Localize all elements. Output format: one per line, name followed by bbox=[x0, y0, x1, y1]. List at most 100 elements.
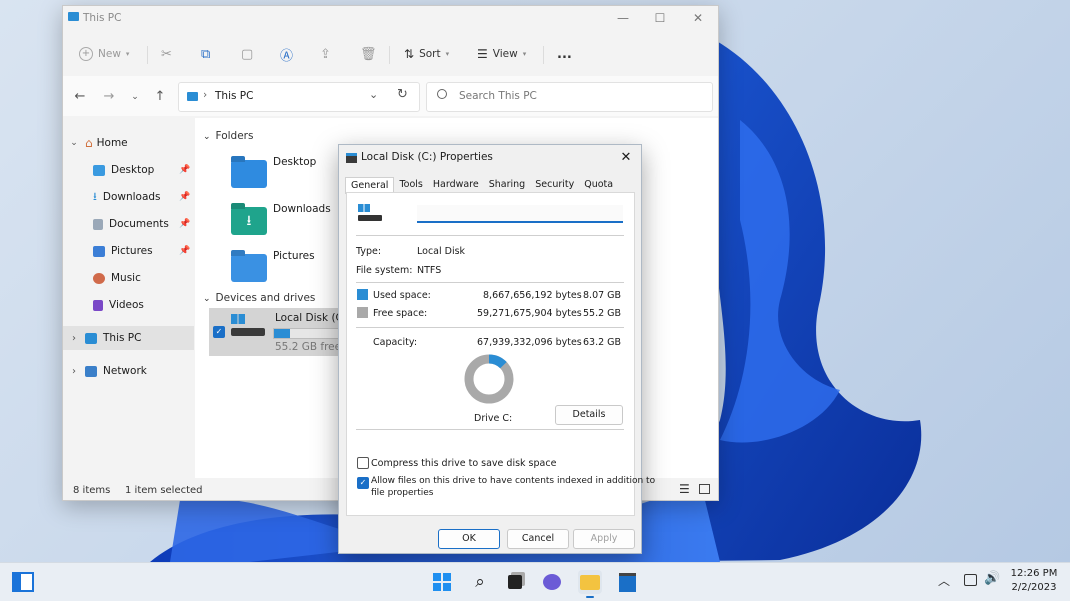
ok-button[interactable]: OK bbox=[438, 529, 500, 549]
share-button[interactable]: ⇪ bbox=[320, 44, 331, 64]
clock[interactable]: 12:26 PM 2/2/2023 bbox=[1008, 567, 1060, 595]
chevron-down-icon: ⌄ bbox=[203, 294, 211, 304]
videos-icon bbox=[93, 299, 103, 311]
back-button[interactable]: ← bbox=[71, 89, 89, 105]
compress-drive-checkbox[interactable] bbox=[357, 457, 369, 469]
sidebar-item-home[interactable]: ⌄ ⌂ Home bbox=[63, 132, 194, 154]
tiles-view-icon[interactable] bbox=[699, 484, 710, 494]
widgets-button[interactable] bbox=[11, 570, 35, 594]
paste-button[interactable]: ▢ bbox=[241, 44, 253, 64]
tab-hardware[interactable]: Hardware bbox=[428, 177, 484, 193]
maximize-button[interactable]: ☐ bbox=[645, 9, 675, 27]
search-icon bbox=[437, 89, 447, 99]
cancel-button[interactable]: Cancel bbox=[507, 529, 569, 549]
file-system-label: File system: bbox=[356, 265, 413, 276]
sort-button[interactable]: ⇅ Sort ▾ bbox=[404, 44, 449, 64]
toolbar-divider bbox=[147, 46, 148, 64]
copy-icon: ⧉ bbox=[201, 46, 211, 62]
refresh-icon[interactable]: ↻ bbox=[397, 87, 408, 102]
copy-button[interactable]: ⧉ bbox=[201, 44, 210, 64]
folders-group-header[interactable]: ⌄ Folders bbox=[203, 130, 253, 142]
chevron-down-icon: ⌄ bbox=[203, 132, 211, 142]
task-view-button[interactable] bbox=[503, 570, 527, 594]
minimize-button[interactable]: — bbox=[608, 9, 638, 27]
clipboard-icon: ▢ bbox=[241, 46, 254, 62]
properties-dialog: Local Disk (C:) Properties ✕ General Too… bbox=[338, 144, 655, 554]
hard-drive-icon bbox=[231, 328, 265, 336]
pin-icon[interactable]: 📌 bbox=[179, 165, 190, 175]
tab-security[interactable]: Security bbox=[530, 177, 579, 193]
dialog-close-button[interactable]: ✕ bbox=[617, 149, 635, 167]
clock-date: 2/2/2023 bbox=[1011, 582, 1057, 593]
cut-button[interactable]: ✂ bbox=[161, 44, 172, 64]
drive-label-input[interactable] bbox=[417, 205, 623, 223]
chevron-down-icon: ▾ bbox=[522, 50, 527, 58]
divider bbox=[356, 327, 624, 328]
search-taskbar-button[interactable]: ⌕ bbox=[468, 570, 492, 594]
hard-drive-icon bbox=[358, 215, 382, 221]
more-options-button[interactable]: ... bbox=[557, 44, 572, 64]
delete-button[interactable]: 🗑 bbox=[360, 44, 377, 64]
folder-label: Desktop bbox=[273, 156, 317, 168]
details-view-icon[interactable]: ☰ bbox=[679, 482, 690, 496]
sidebar-item-label: Music bbox=[111, 272, 141, 284]
devices-group-header[interactable]: ⌄ Devices and drives bbox=[203, 292, 315, 304]
this-pc-icon bbox=[85, 332, 97, 344]
folder-desktop[interactable]: Desktop bbox=[231, 154, 341, 190]
desktop-icon bbox=[93, 164, 105, 176]
navigation-pane: ⌄ ⌂ Home Desktop 📌 ⭳ Downloads 📌 Documen… bbox=[63, 118, 194, 478]
sidebar-item-music[interactable]: Music bbox=[63, 267, 194, 289]
file-explorer-taskbar-button[interactable] bbox=[578, 570, 602, 598]
view-button[interactable]: ☰ View ▾ bbox=[477, 44, 526, 64]
folder-downloads[interactable]: ⭳ Downloads bbox=[231, 201, 341, 237]
network-status-icon[interactable] bbox=[964, 574, 977, 586]
sidebar-item-downloads[interactable]: ⭳ Downloads 📌 bbox=[63, 186, 194, 208]
sidebar-item-documents[interactable]: Documents 📌 bbox=[63, 213, 194, 235]
search-input[interactable]: Search This PC bbox=[459, 90, 537, 102]
drive-usage-fill bbox=[274, 329, 290, 338]
item-count: 8 items bbox=[73, 485, 111, 496]
network-icon bbox=[85, 365, 97, 377]
rename-button[interactable]: Ⓐ bbox=[280, 44, 293, 64]
new-button[interactable]: + New ▾ bbox=[79, 44, 129, 64]
start-button[interactable] bbox=[430, 570, 454, 594]
general-tab-panel: Type: Local Disk File system: NTFS Used … bbox=[346, 192, 655, 516]
pin-icon[interactable]: 📌 bbox=[179, 219, 190, 229]
pin-icon[interactable]: 📌 bbox=[179, 246, 190, 256]
tab-sharing[interactable]: Sharing bbox=[484, 177, 530, 193]
tab-quota[interactable]: Quota bbox=[579, 177, 618, 193]
new-label: New bbox=[98, 48, 121, 60]
disk-usage-donut bbox=[464, 354, 514, 404]
breadcrumb-this-pc[interactable]: This PC bbox=[215, 90, 253, 102]
drive-select-checkbox[interactable]: ✓ bbox=[213, 326, 225, 338]
apply-button[interactable]: Apply bbox=[573, 529, 635, 549]
address-box[interactable]: › This PC ⌄ ↻ bbox=[178, 82, 420, 112]
pin-icon[interactable]: 📌 bbox=[179, 192, 190, 202]
forward-button[interactable]: → bbox=[100, 89, 118, 105]
type-value: Local Disk bbox=[417, 246, 466, 257]
chat-button[interactable] bbox=[540, 570, 564, 594]
sidebar-item-videos[interactable]: Videos bbox=[63, 294, 194, 316]
folder-label: Pictures bbox=[273, 250, 315, 262]
store-button[interactable] bbox=[615, 570, 639, 594]
up-button[interactable]: ↑ bbox=[151, 89, 169, 105]
close-button[interactable]: ✕ bbox=[683, 9, 713, 27]
folder-pictures[interactable]: Pictures bbox=[231, 248, 341, 284]
index-files-checkbox[interactable]: ✓ bbox=[357, 477, 369, 489]
document-icon bbox=[93, 218, 103, 230]
sidebar-item-pictures[interactable]: Pictures 📌 bbox=[63, 240, 194, 262]
recent-locations-button[interactable]: ⌄ bbox=[126, 89, 144, 105]
address-dropdown-icon[interactable]: ⌄ bbox=[369, 88, 378, 101]
file-system-value: NTFS bbox=[417, 265, 442, 276]
search-box[interactable]: Search This PC bbox=[426, 82, 713, 112]
sidebar-item-this-pc[interactable]: › This PC bbox=[63, 326, 194, 350]
show-hidden-icons-button[interactable]: ︿ bbox=[938, 572, 950, 589]
tab-tools[interactable]: Tools bbox=[394, 177, 427, 193]
details-button[interactable]: Details bbox=[555, 405, 623, 425]
volume-icon[interactable]: 🔊 bbox=[984, 571, 1000, 586]
sidebar-item-desktop[interactable]: Desktop 📌 bbox=[63, 159, 194, 181]
devices-header-label: Devices and drives bbox=[215, 292, 316, 304]
type-label: Type: bbox=[356, 246, 382, 257]
sidebar-item-network[interactable]: › Network bbox=[63, 360, 194, 382]
pictures-icon bbox=[93, 245, 105, 257]
